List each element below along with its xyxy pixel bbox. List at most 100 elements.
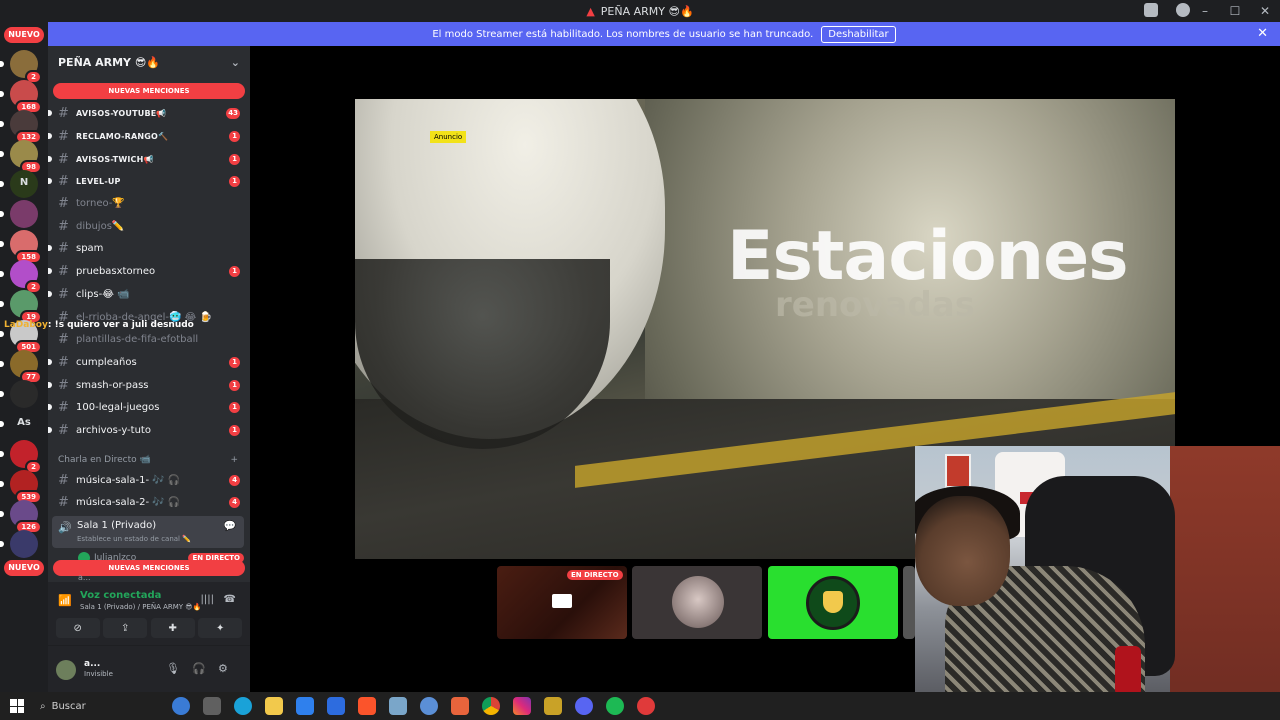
brave-icon[interactable] <box>358 697 376 715</box>
channel-item[interactable]: # AVISOS-TWICH📢 1 <box>48 149 250 169</box>
participant-tile-user[interactable] <box>768 566 898 639</box>
unread-pip <box>0 361 4 367</box>
server-icon[interactable]: 2 <box>0 50 42 84</box>
voice-connected-label[interactable]: Voz conectada <box>80 590 161 601</box>
server-icon[interactable]: 168 <box>0 80 42 114</box>
add-channel-icon[interactable]: + <box>230 455 238 465</box>
microphone-icon[interactable]: 🎙 <box>166 662 180 675</box>
unread-pip <box>0 391 4 397</box>
channel-item[interactable]: # RECLAMO-RANGO🔨 1 <box>48 126 250 146</box>
channel-item[interactable]: # clips-😂 📹 <box>48 284 250 304</box>
channel-item[interactable]: # torneo-🏆 <box>48 193 250 213</box>
channel-item[interactable]: # pruebasxtorneo 1 <box>48 261 250 281</box>
new-servers-pill-bottom[interactable]: NUEVO <box>4 560 44 576</box>
mention-count: 4 <box>229 496 240 508</box>
hash-icon: # <box>58 151 69 167</box>
edge-icon[interactable] <box>234 697 252 715</box>
unread-pip <box>0 241 4 247</box>
signal-icon[interactable]: 📶 <box>58 594 72 607</box>
weather-icon[interactable] <box>172 697 190 715</box>
taskbar-search[interactable]: ⌕ Buscar <box>40 695 170 717</box>
unread-pip <box>0 151 4 157</box>
inbox-icon[interactable] <box>1144 3 1158 17</box>
channel-item[interactable]: # dibujos✏️ <box>48 216 250 236</box>
server-icon[interactable]: 132 <box>0 110 42 144</box>
voice-member-other[interactable]: a... <box>78 573 91 582</box>
participant-tile-partial[interactable] <box>903 566 915 639</box>
noise-suppression-icon[interactable]: |||| <box>201 594 214 605</box>
new-servers-pill-top[interactable]: NUEVO <box>4 27 44 43</box>
activities-button[interactable]: ✚ <box>150 618 195 638</box>
file-explorer-icon[interactable] <box>265 697 283 715</box>
server-header[interactable]: PEÑA ARMY 😎🔥 ⌄ <box>48 46 250 78</box>
app-icon[interactable] <box>544 697 562 715</box>
server-icon[interactable] <box>0 530 38 558</box>
channel-item[interactable]: # cumpleaños 1 <box>48 352 250 372</box>
channel-item[interactable]: #100-legal-juegos 1 <box>48 397 250 417</box>
server-icon[interactable] <box>0 200 38 228</box>
new-mentions-pill-top[interactable]: NUEVAS MENCIONES <box>53 83 245 99</box>
disconnect-icon[interactable]: ☎ <box>224 594 236 605</box>
server-icon[interactable]: As <box>0 410 38 438</box>
channel-name: AVISOS-YOUTUBE📢 <box>76 108 167 118</box>
server-icon[interactable]: 19 <box>0 290 42 324</box>
unread-pip <box>0 511 4 517</box>
gear-icon[interactable]: ⚙ <box>218 662 228 675</box>
voice-location-label[interactable]: Sala 1 (Privado) / PEÑA ARMY 😎🔥 <box>80 603 201 611</box>
voice-channel-active[interactable]: 🔊 Sala 1 (Privado) Establece un estado d… <box>52 516 244 548</box>
disable-streamer-button[interactable]: Deshabilitar <box>821 25 896 43</box>
channel-item[interactable]: # smash-or-pass 1 <box>48 375 250 395</box>
channel-item[interactable]: # AVISOS-YOUTUBE📢 43 <box>48 103 250 123</box>
server-icon[interactable]: 2 <box>0 260 42 294</box>
spotify-icon[interactable] <box>606 697 624 715</box>
channel-item[interactable]: # LEVEL-UP 1 <box>48 171 250 191</box>
mail-icon[interactable] <box>327 697 345 715</box>
close-window-button[interactable]: ✕ <box>1250 4 1280 18</box>
camera-off-button[interactable]: ⊘ <box>55 618 100 638</box>
server-icon[interactable]: N <box>0 170 38 198</box>
server-icon[interactable]: 77 <box>0 350 42 384</box>
close-banner-icon[interactable]: ✕ <box>1257 26 1268 41</box>
mention-count: 1 <box>229 356 240 368</box>
share-screen-button[interactable]: ⇪ <box>103 618 148 638</box>
category-charla-en-directo[interactable]: Charla en Directo 📹 + <box>48 452 250 468</box>
server-icon[interactable]: 158 <box>0 230 42 264</box>
server-icon[interactable]: 126 <box>0 500 42 534</box>
server-icon[interactable]: 539 <box>0 470 42 504</box>
participant-tile-stream[interactable]: EN DIRECTO <box>497 566 627 639</box>
channel-item[interactable]: # archivos-y-tuto 1 <box>48 420 250 440</box>
user-name[interactable]: a... <box>84 659 100 669</box>
app-icon[interactable] <box>637 697 655 715</box>
chat-overlay-message: LaDaboy: !s quiero ver a juli desnudo <box>4 320 194 330</box>
chat-bubble-icon[interactable]: 💬 <box>224 521 236 532</box>
channel-name: pruebasxtorneo <box>76 265 156 277</box>
unread-pip <box>0 301 4 307</box>
discord-taskbar-icon[interactable] <box>575 697 593 715</box>
channel-item[interactable]: # plantillas-de-fifa-efotball <box>48 329 250 349</box>
channel-item[interactable]: # spam <box>48 238 250 258</box>
windows-start-icon[interactable] <box>10 699 24 713</box>
minimize-button[interactable]: – <box>1190 4 1220 18</box>
participant-tile-user[interactable] <box>632 566 762 639</box>
server-icon[interactable]: 2 <box>0 440 42 474</box>
headphones-icon[interactable]: 🎧 <box>192 662 206 675</box>
instagram-icon[interactable] <box>513 697 531 715</box>
member-name: a... <box>78 573 91 582</box>
unread-pip <box>0 121 4 127</box>
store-icon[interactable] <box>296 697 314 715</box>
server-icon[interactable] <box>0 380 38 408</box>
maximize-button[interactable]: ☐ <box>1220 4 1250 18</box>
voice-channel-item[interactable]: # música-sala-1- 🎶 🎧 4 <box>48 470 250 490</box>
soundboard-button[interactable]: ✦ <box>198 618 243 638</box>
help-icon[interactable] <box>1176 3 1190 17</box>
voice-channel-item[interactable]: # música-sala-2- 🎶 🎧 4 <box>48 492 250 512</box>
voice-channel-status[interactable]: Establece un estado de canal ✏️ <box>77 535 191 543</box>
app-icon[interactable] <box>420 697 438 715</box>
server-icon[interactable]: 98 <box>0 140 42 174</box>
unread-dot <box>48 110 52 116</box>
calendar-icon[interactable] <box>451 697 469 715</box>
task-view-icon[interactable] <box>203 697 221 715</box>
avatar[interactable] <box>56 660 76 680</box>
chrome-icon[interactable] <box>482 697 500 715</box>
photos-icon[interactable] <box>389 697 407 715</box>
